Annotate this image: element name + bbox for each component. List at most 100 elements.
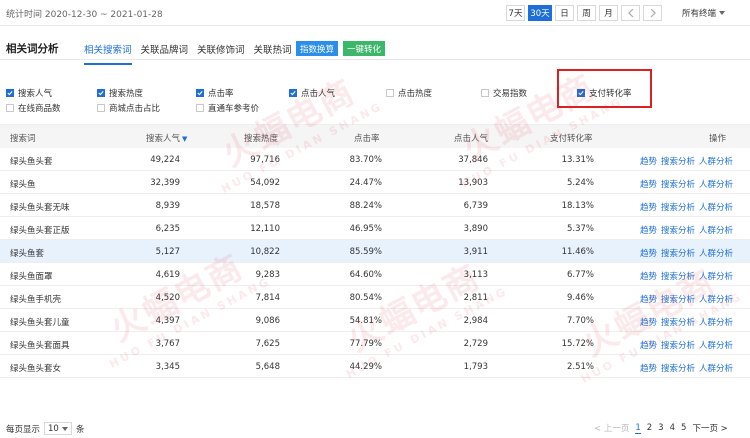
next-period-button[interactable]	[643, 5, 662, 21]
cell-search-popularity: 32,399	[150, 178, 180, 188]
search-analysis-link[interactable]: 搜索分析	[661, 362, 695, 374]
metric-online-products[interactable]: 在线商品数	[6, 102, 61, 114]
checkbox-checked[interactable]	[97, 89, 105, 97]
page-1-button[interactable]: 1	[635, 423, 641, 434]
metric-ctr[interactable]: 点击率	[196, 87, 234, 99]
tab-related-search-words[interactable]: 相关搜索词	[84, 42, 132, 65]
table-row-highlighted: 绿头鱼套 5,127 10,822 85.59% 3,911 11.46% 趋势…	[0, 240, 750, 263]
metric-label: 点击率	[208, 89, 234, 99]
cell-click-popularity: 3,890	[463, 224, 488, 234]
metric-label: 商城点击占比	[109, 104, 161, 114]
metric-search-heat[interactable]: 搜索热度	[97, 87, 143, 99]
period-7d-button[interactable]: 7天	[506, 5, 525, 21]
metric-trade-index[interactable]: 交易指数	[481, 87, 527, 99]
index-convert-button[interactable]: 指数换算	[296, 41, 339, 56]
row-actions: 趋势 搜索分析 人群分析	[640, 362, 733, 374]
search-analysis-link[interactable]: 搜索分析	[661, 339, 695, 351]
cell-search-popularity: 5,127	[155, 247, 180, 257]
metric-search-popularity[interactable]: 搜索人气	[6, 87, 52, 99]
trend-link[interactable]: 趋势	[640, 178, 657, 190]
prev-period-button[interactable]	[621, 5, 640, 21]
search-analysis-link[interactable]: 搜索分析	[661, 201, 695, 213]
trend-link[interactable]: 趋势	[640, 293, 657, 305]
cell-search-heat: 9,086	[255, 316, 280, 326]
metric-ztc-reference-price[interactable]: 直通车参考价	[196, 102, 259, 114]
checkbox-unchecked[interactable]	[386, 89, 394, 97]
checkbox-unchecked[interactable]	[97, 104, 105, 112]
period-30d-button[interactable]: 30天	[528, 5, 552, 21]
crowd-analysis-link[interactable]: 人群分析	[699, 247, 733, 259]
header-click-popularity[interactable]: 点击人气	[454, 132, 488, 144]
trend-link[interactable]: 趋势	[640, 339, 657, 351]
cell-search-popularity: 8,939	[155, 201, 180, 211]
tab-related-modifier-words[interactable]: 关联修饰词	[197, 42, 245, 65]
prev-page-button[interactable]: < 上一页	[594, 422, 629, 434]
header-payment-conversion[interactable]: 支付转化率	[550, 132, 593, 144]
period-week-button[interactable]: 周	[577, 5, 596, 21]
cell-keyword: 绿头鱼头套无味	[10, 203, 70, 213]
crowd-analysis-link[interactable]: 人群分析	[699, 201, 733, 213]
tab-related-hot-words[interactable]: 关联热词	[254, 42, 292, 65]
metric-mall-click-share[interactable]: 商城点击占比	[97, 102, 160, 114]
crowd-analysis-link[interactable]: 人群分析	[699, 224, 733, 236]
cell-click-popularity: 2,729	[463, 339, 488, 349]
crowd-analysis-link[interactable]: 人群分析	[699, 155, 733, 167]
cell-keyword: 绿头鱼头套	[10, 157, 53, 167]
page-2-button[interactable]: 2	[647, 423, 652, 433]
page-5-button[interactable]: 5	[681, 423, 686, 433]
crowd-analysis-link[interactable]: 人群分析	[699, 339, 733, 351]
page-3-button[interactable]: 3	[658, 423, 663, 433]
header-search-popularity[interactable]: 搜索人气 ▼	[146, 132, 187, 144]
search-analysis-link[interactable]: 搜索分析	[661, 247, 695, 259]
crowd-analysis-link[interactable]: 人群分析	[699, 270, 733, 282]
chevron-right-icon	[650, 9, 656, 17]
crowd-analysis-link[interactable]: 人群分析	[699, 362, 733, 374]
search-analysis-link[interactable]: 搜索分析	[661, 293, 695, 305]
checkbox-unchecked[interactable]	[6, 104, 14, 112]
page-size-select[interactable]: 10	[44, 422, 73, 435]
checkbox-checked[interactable]	[289, 89, 297, 97]
search-analysis-link[interactable]: 搜索分析	[661, 316, 695, 328]
metric-label: 直通车参考价	[208, 104, 260, 114]
page-size-control: 每页显示 10 条	[6, 422, 85, 435]
metric-click-heat[interactable]: 点击热度	[386, 87, 432, 99]
checkbox-unchecked[interactable]	[196, 104, 204, 112]
checkbox-unchecked[interactable]	[481, 89, 489, 97]
cell-search-heat: 54,092	[250, 178, 280, 188]
terminal-select[interactable]: 所有终端	[682, 7, 726, 19]
cell-keyword: 绿头鱼头套面具	[10, 341, 70, 351]
search-analysis-link[interactable]: 搜索分析	[661, 178, 695, 190]
trend-link[interactable]: 趋势	[640, 155, 657, 167]
one-click-convert-button[interactable]: 一键转化	[343, 41, 386, 56]
trend-link[interactable]: 趋势	[640, 316, 657, 328]
cell-search-popularity: 4,619	[155, 270, 180, 280]
metric-click-popularity[interactable]: 点击人气	[289, 87, 335, 99]
crowd-analysis-link[interactable]: 人群分析	[699, 293, 733, 305]
chevron-left-icon	[627, 9, 633, 17]
trend-link[interactable]: 趋势	[640, 201, 657, 213]
sort-desc-icon[interactable]: ▼	[182, 135, 187, 143]
search-analysis-link[interactable]: 搜索分析	[661, 270, 695, 282]
header-ctr[interactable]: 点击率	[354, 132, 380, 144]
trend-link[interactable]: 趋势	[640, 362, 657, 374]
cell-payment-conversion: 6.77%	[566, 270, 594, 280]
crowd-analysis-link[interactable]: 人群分析	[699, 316, 733, 328]
checkbox-checked[interactable]	[6, 89, 14, 97]
next-page-button[interactable]: 下一页 >	[692, 422, 727, 434]
search-analysis-link[interactable]: 搜索分析	[661, 155, 695, 167]
cell-payment-conversion: 7.70%	[566, 316, 594, 326]
checkbox-checked[interactable]	[196, 89, 204, 97]
metric-label: 交易指数	[493, 89, 528, 99]
cell-search-popularity: 4,520	[155, 293, 180, 303]
table-row: 绿头鱼头套无味 8,939 18,578 88.24% 6,739 18.13%…	[0, 194, 750, 217]
period-month-button[interactable]: 月	[599, 5, 618, 21]
trend-link[interactable]: 趋势	[640, 247, 657, 259]
page-4-button[interactable]: 4	[670, 423, 675, 433]
period-day-button[interactable]: 日	[555, 5, 574, 21]
trend-link[interactable]: 趋势	[640, 270, 657, 282]
crowd-analysis-link[interactable]: 人群分析	[699, 178, 733, 190]
trend-link[interactable]: 趋势	[640, 224, 657, 236]
header-search-heat[interactable]: 搜索热度	[244, 132, 278, 144]
tab-related-brand-words[interactable]: 关联品牌词	[141, 42, 189, 65]
search-analysis-link[interactable]: 搜索分析	[661, 224, 695, 236]
